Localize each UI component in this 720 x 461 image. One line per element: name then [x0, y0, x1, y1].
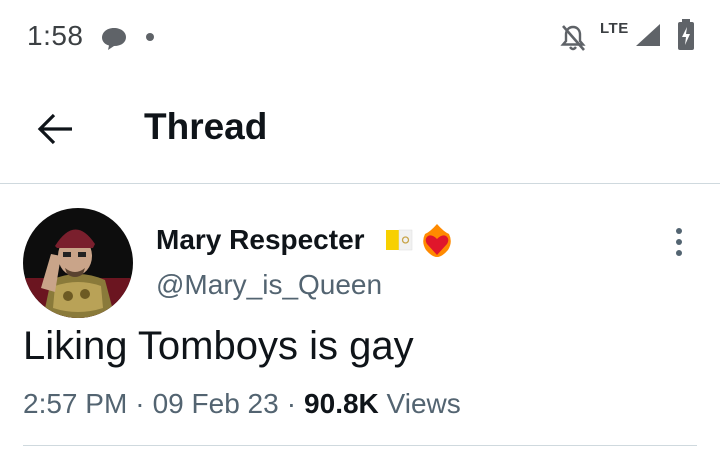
separator: · [135, 388, 145, 419]
header-divider [0, 183, 720, 184]
arrow-left-icon [37, 113, 72, 145]
tweet-date[interactable]: 09 Feb 23 [153, 388, 279, 419]
views-count[interactable]: 90.8K [304, 388, 379, 419]
avatar[interactable] [23, 208, 133, 318]
views-label[interactable]: Views [387, 388, 461, 419]
status-time: 1:58 [27, 20, 84, 51]
status-bar: 1:58 LTE [0, 0, 720, 76]
back-button[interactable] [34, 109, 80, 149]
tweet-metadata: 2:57 PM · 09 Feb 23 · 90.8K Views [23, 388, 461, 420]
tweet-text: Liking Tomboys is gay [23, 324, 414, 368]
display-name[interactable]: Mary Respecter [156, 224, 365, 256]
profile-photo [23, 208, 133, 318]
network-label: LTE [600, 20, 629, 37]
signal-icon [632, 22, 662, 53]
battery-charging-icon [677, 19, 695, 56]
top-app-bar: Thread [0, 76, 720, 182]
more-dot [676, 239, 682, 245]
more-dot [676, 250, 682, 256]
page-title: Thread [144, 106, 268, 147]
bell-off-icon [560, 24, 586, 57]
separator: · [286, 388, 297, 419]
user-handle[interactable]: @Mary_is_Queen [156, 269, 382, 301]
more-dot [676, 228, 682, 234]
tweet-time[interactable]: 2:57 PM [23, 388, 127, 419]
more-options-button[interactable] [664, 222, 694, 262]
vatican-flag-icon [386, 227, 414, 258]
tweet-divider [23, 445, 697, 446]
notification-dot [146, 33, 154, 41]
message-icon [100, 26, 128, 57]
heart-on-fire-icon [420, 222, 454, 263]
